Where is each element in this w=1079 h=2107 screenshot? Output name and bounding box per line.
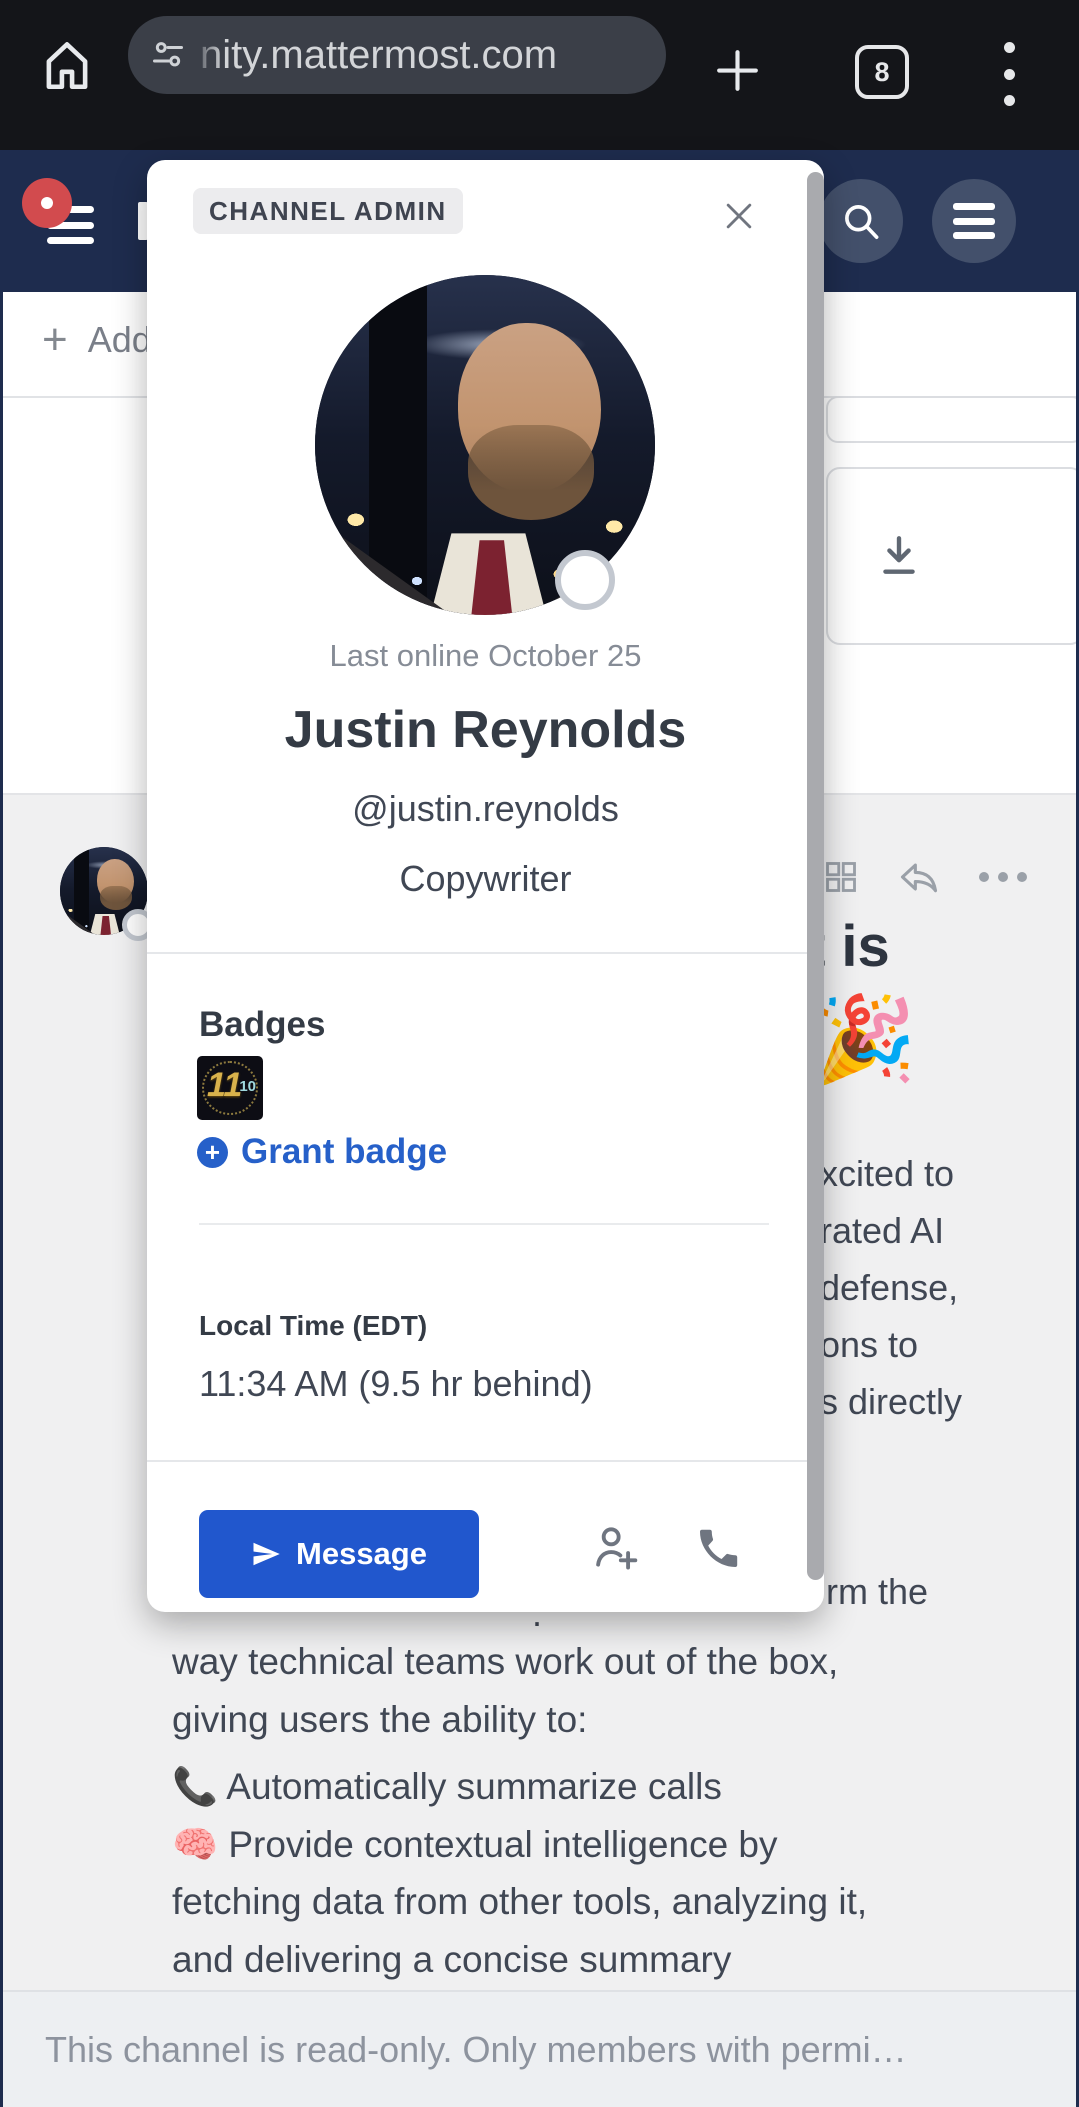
- fragment-line: s directly: [820, 1373, 962, 1430]
- profile-username: @justin.reynolds: [147, 788, 824, 830]
- post-paragraph: way technical teams work out of the box,…: [172, 1633, 838, 1748]
- message-button-label: Message: [296, 1536, 427, 1572]
- browser-menu-button[interactable]: [1002, 42, 1016, 106]
- new-tab-icon[interactable]: [710, 43, 765, 98]
- feature-line: 📞 Automatically summarize calls: [172, 1758, 867, 1816]
- divider: [147, 1460, 824, 1462]
- tab-switcher-button[interactable]: 8: [855, 45, 909, 99]
- fragment-line: rated AI: [820, 1202, 962, 1259]
- plus-circle-icon: +: [197, 1137, 228, 1168]
- party-popper-emoji: 🎉: [812, 997, 917, 1081]
- url-fade: [190, 16, 224, 94]
- search-icon: [839, 199, 883, 243]
- menu-icon: [953, 203, 995, 239]
- grant-badge-label: Grant badge: [241, 1132, 447, 1172]
- kebab-dot: [1004, 95, 1015, 106]
- more-actions-icon[interactable]: [979, 872, 1027, 882]
- unread-badge: [22, 178, 72, 228]
- file-attachment-card[interactable]: [826, 467, 1079, 645]
- user-profile-popover: CHANNEL ADMIN Last online October 25 Jus…: [147, 160, 824, 1612]
- search-button[interactable]: [819, 179, 903, 263]
- browser-chrome: nity.mattermost.com 8: [0, 0, 1079, 150]
- divider: [199, 1223, 769, 1225]
- post-actions: [823, 855, 1027, 899]
- feature-line: 🧠 Provide contextual intelligence by: [172, 1816, 867, 1874]
- anniversary-badge[interactable]: 11 10: [197, 1056, 263, 1120]
- message-button[interactable]: Message: [199, 1510, 479, 1598]
- divider: [147, 952, 824, 954]
- kebab-dot: [1004, 42, 1015, 53]
- site-settings-icon: [150, 37, 186, 73]
- fragment-line: ons to: [820, 1316, 962, 1373]
- add-channel-button[interactable]: + Add: [42, 318, 152, 362]
- left-edge-strip: [0, 292, 3, 2107]
- download-icon[interactable]: [874, 531, 924, 581]
- fragment-line: defense,: [820, 1259, 962, 1316]
- plus-icon: +: [42, 318, 68, 362]
- post-feature-list: 📞 Automatically summarize calls 🧠 Provid…: [172, 1758, 867, 1988]
- readonly-notice: This channel is read-only. Only members …: [45, 2029, 907, 2071]
- close-icon[interactable]: [719, 196, 759, 236]
- paragraph-line: giving users the ability to:: [172, 1691, 838, 1749]
- fragment-line: xcited to: [820, 1145, 962, 1202]
- badge-sub-number: 10: [239, 1078, 256, 1095]
- paragraph-line: way technical teams work out of the box,: [172, 1633, 838, 1691]
- occluded-line-fragment: rm the: [826, 1563, 928, 1620]
- status-indicator-offline: [555, 550, 615, 610]
- add-channel-label: Add: [88, 319, 152, 361]
- home-icon[interactable]: [38, 36, 96, 94]
- reply-icon[interactable]: [893, 855, 945, 899]
- attachment-card-partial: [826, 396, 1079, 443]
- send-icon: [251, 1539, 281, 1569]
- actions-grid-icon[interactable]: [823, 859, 859, 895]
- feature-line: and delivering a concise summary: [172, 1931, 867, 1989]
- grant-badge-button[interactable]: + Grant badge: [197, 1132, 447, 1172]
- channel-menu-button[interactable]: [932, 179, 1016, 263]
- url-bar[interactable]: nity.mattermost.com: [128, 16, 666, 94]
- popover-scrollbar[interactable]: [807, 172, 824, 1580]
- add-to-channel-icon[interactable]: [587, 1518, 645, 1576]
- tab-count: 8: [874, 57, 889, 88]
- post-text-fragments: xcited to rated AI defense, ons to s dir…: [820, 1145, 962, 1430]
- call-icon[interactable]: [695, 1524, 743, 1572]
- local-time-title: Local Time (EDT): [199, 1310, 427, 1342]
- profile-full-name: Justin Reynolds: [147, 700, 824, 760]
- last-online-text: Last online October 25: [147, 638, 824, 674]
- url-text: nity.mattermost.com: [200, 33, 557, 78]
- kebab-dot: [1004, 69, 1015, 80]
- badges-section-title: Badges: [199, 1005, 325, 1045]
- role-badge: CHANNEL ADMIN: [193, 188, 463, 234]
- feature-line: fetching data from other tools, analyzin…: [172, 1873, 867, 1931]
- badge-number: 11: [207, 1066, 242, 1105]
- profile-position: Copywriter: [147, 858, 824, 900]
- readonly-channel-bar: This channel is read-only. Only members …: [0, 1990, 1079, 2107]
- role-badge-label: CHANNEL ADMIN: [209, 196, 447, 227]
- screen: nity.mattermost.com 8 +: [0, 0, 1079, 2107]
- local-time-value: 11:34 AM (9.5 hr behind): [199, 1363, 593, 1405]
